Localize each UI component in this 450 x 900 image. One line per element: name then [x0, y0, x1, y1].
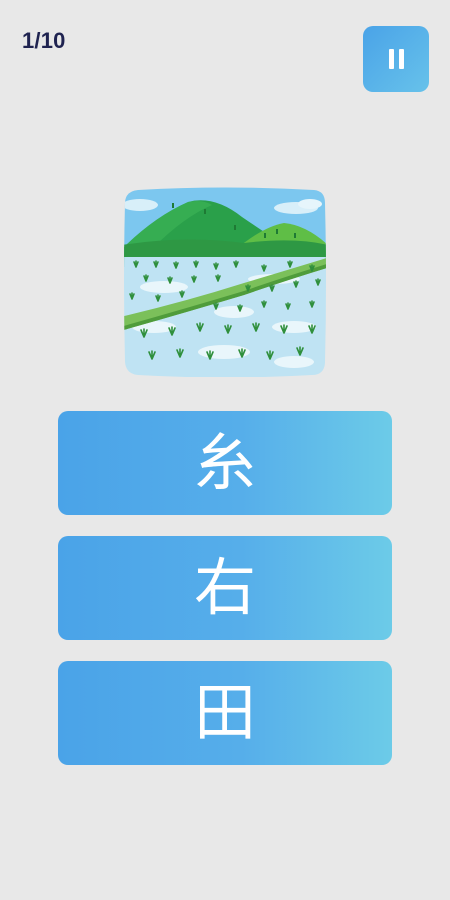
progress-counter: 1/10 — [22, 28, 66, 53]
pause-icon — [388, 49, 404, 69]
pause-button[interactable] — [363, 26, 429, 92]
answer-button-2[interactable]: 右 — [58, 536, 392, 640]
question-image-rice-field — [124, 187, 326, 377]
answer-button-3[interactable]: 田 — [58, 661, 392, 765]
answer-button-1[interactable]: 糸 — [58, 411, 392, 515]
